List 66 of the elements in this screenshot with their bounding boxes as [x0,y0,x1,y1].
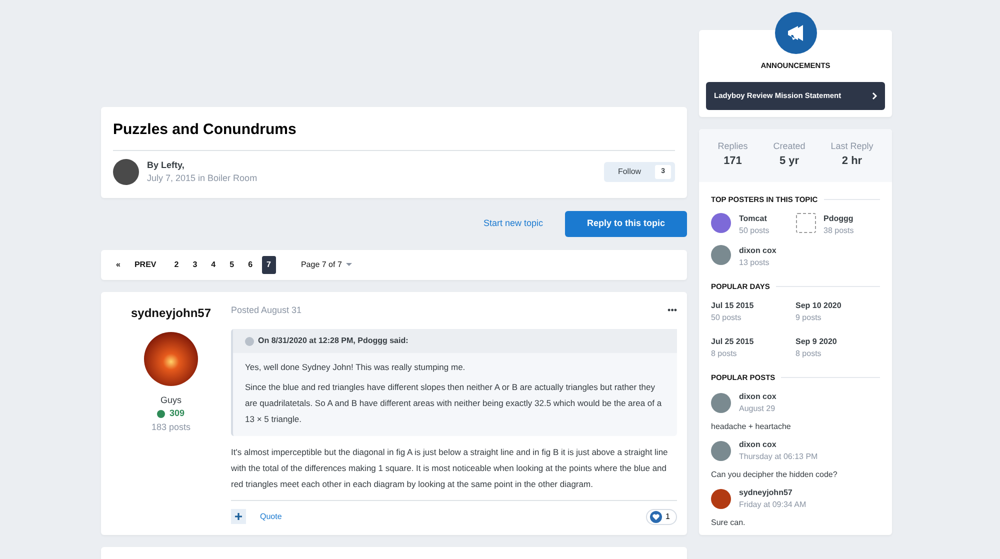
post-date: Posted August 31 [231,304,302,317]
user-name[interactable]: dixon cox [739,391,776,404]
popular-day-date[interactable]: Jul 25 2015 [711,336,796,348]
post-body: It's almost imperceptible but the diagonal in fig A is just below a straight line and in fig B it is just above a straight line with the total of the differences making 1 square. It is most noticeable when looking at the points where the blue and red triangles meet each other in each diagram by looking at the same point in the other diagram. [231,444,677,501]
page-button[interactable]: 7 [262,256,276,274]
page-button[interactable]: 2 [169,256,184,274]
user-name[interactable]: dixon cox [739,244,776,257]
more-options-icon[interactable]: ••• [668,304,677,317]
page-button[interactable]: 4 [206,256,221,274]
quote-text: Since the blue and red triangles have different slopes then neither A or B are actually triangles but rather they are quadrilatetals. So A and B have different areas with neither being exactly 32.5 which would be the area of a 13 × 5 triangle. [245,381,663,426]
post-count: 50 posts [711,312,742,324]
post-count: 50 posts [739,224,770,237]
post-count: 9 posts [796,312,822,324]
user-avatar [711,212,731,233]
quote-text: Yes, well done Sydney John! This was really stumping me. [245,361,466,374]
post-excerpt[interactable]: Sure can. [711,517,880,530]
post-count: 38 posts [824,224,854,237]
author-name[interactable]: By Lefty, [147,158,596,172]
quote-attribution: On 8/31/2020 at 12:28 PM, Pdoggg said: [258,335,408,347]
reaction-button[interactable]: 1 [646,508,677,525]
post-count: 8 posts [796,348,822,360]
quote-button[interactable]: Quote [254,510,638,524]
stat-value: 171 [722,154,743,169]
user-name[interactable]: Tomcat [739,212,770,225]
page-jump-dropdown[interactable]: Page 7 of 7 [296,256,357,274]
chevron-icon [872,92,877,100]
popular-day-date[interactable]: Sep 10 2020 [796,300,880,312]
prev-button[interactable]: PREV [129,256,162,274]
stat-value: 2 hr [840,154,864,169]
topic-title: Puzzles and Conundrums [113,119,675,150]
user-group: Guys [160,394,182,407]
user-avatar [711,393,731,414]
post-time: August 29 [739,403,776,416]
user-name[interactable]: dixon cox [739,439,818,452]
popular-day-date[interactable]: Jul 15 2015 [711,300,796,312]
post-count: 183 posts [151,420,191,434]
reply-button[interactable]: Reply to this topic [565,210,687,236]
stat-label: Created [773,140,806,152]
author-avatar [144,332,198,386]
multiquote-button[interactable] [231,509,246,524]
post-count: 8 posts [711,348,738,360]
reputation-count: 309 [157,407,185,420]
post-time: Friday at 09:34 AM [739,499,806,512]
user-avatar [711,244,731,265]
user-name[interactable]: Pdoggg [824,212,854,225]
page-button[interactable]: 6 [243,256,258,274]
stat-label: Replies [718,140,748,153]
stat-label: Last Reply [830,140,874,153]
post-time: Thursday at 06:13 PM [739,451,818,464]
post-excerpt[interactable]: headache + heartache [711,421,880,434]
caret-icon [346,262,352,266]
post-author-name[interactable]: sydneyjohn57 [130,304,212,322]
topic-meta: July 7, 2015 in Boiler Room [147,172,258,185]
start-topic-link[interactable]: Start new topic [477,216,549,232]
user-avatar [711,441,731,462]
user-avatar [796,212,816,233]
post-count: 13 posts [739,256,770,269]
page-button[interactable]: 5 [224,256,240,274]
user-name[interactable]: sydneyjohn57 [739,487,806,500]
post-excerpt[interactable]: Can you decipher the hidden code? [711,469,880,482]
page-button[interactable]: 3 [188,256,202,274]
user-avatar [711,489,731,510]
popular-day-date[interactable]: Sep 9 2020 [796,336,880,348]
stat-value: 5 yr [778,154,800,169]
author-avatar [113,159,139,185]
first-page-button[interactable]: « [111,256,126,274]
